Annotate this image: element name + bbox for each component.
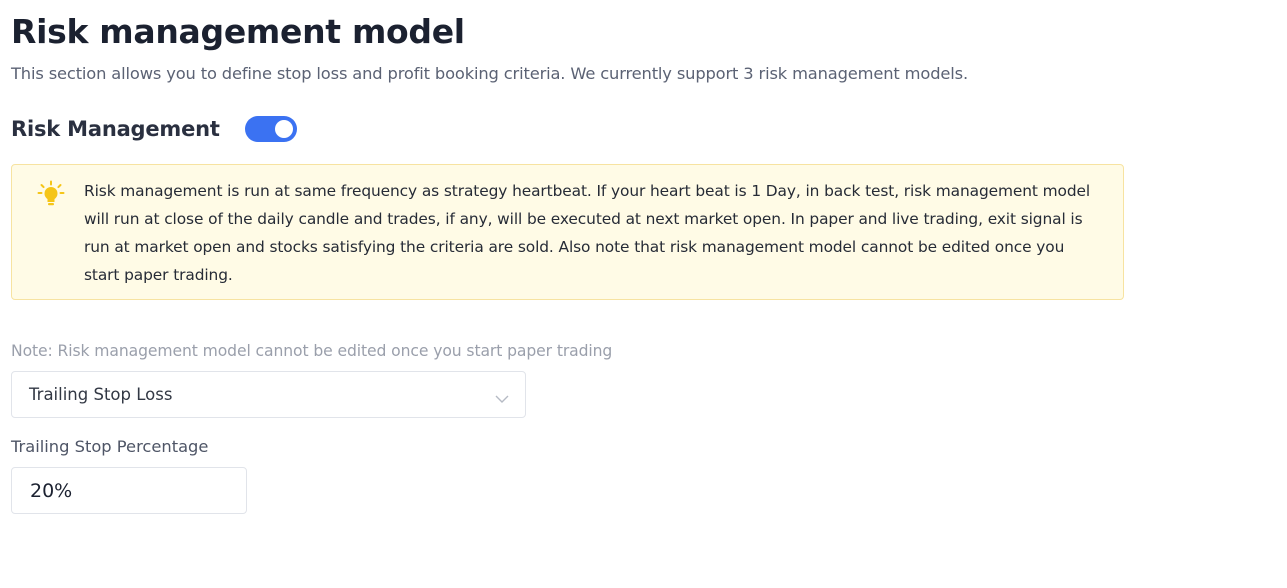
risk-management-toggle[interactable] xyxy=(244,116,297,142)
model-edit-note: Note: Risk management model cannot be ed… xyxy=(11,342,613,360)
info-text: Risk management is run at same frequency… xyxy=(84,182,1091,284)
lightbulb-icon xyxy=(37,180,65,208)
toggle-knob xyxy=(274,120,293,138)
trailing-stop-label: Trailing Stop Percentage xyxy=(11,437,209,456)
info-callout: Risk management is run at same frequency… xyxy=(11,164,1124,300)
chevron-down-icon xyxy=(495,389,509,403)
risk-management-row: Risk Management xyxy=(11,113,297,145)
risk-management-section: Risk management model This section allow… xyxy=(0,0,1287,588)
page-title: Risk management model xyxy=(11,12,465,51)
page-subtitle: This section allows you to define stop l… xyxy=(11,64,968,83)
risk-management-label: Risk Management xyxy=(11,117,220,141)
risk-model-selected-value: Trailing Stop Loss xyxy=(29,385,173,404)
risk-model-select[interactable]: Trailing Stop Loss xyxy=(11,371,526,418)
trailing-stop-input[interactable] xyxy=(11,467,247,514)
